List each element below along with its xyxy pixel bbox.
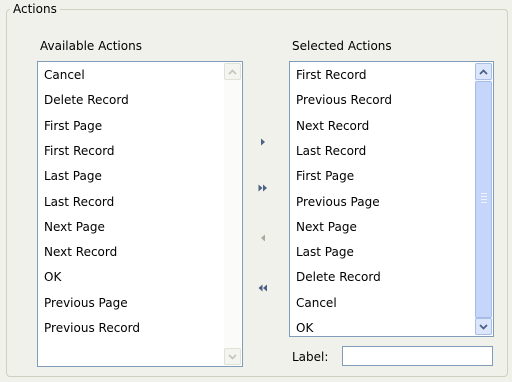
label-input[interactable]	[342, 346, 493, 366]
available-actions-heading: Available Actions	[40, 39, 142, 53]
selected-action-item[interactable]: First Page	[296, 164, 354, 189]
available-scrollbar	[224, 63, 241, 365]
selected-scroll-down-button[interactable]	[475, 318, 492, 335]
add-all-actions-button[interactable]	[253, 180, 273, 196]
selected-action-item[interactable]: Cancel	[296, 291, 337, 316]
selected-actions-list[interactable]: First Record Previous Record Next Record La…	[289, 61, 494, 337]
chevron-down-icon	[228, 353, 237, 360]
available-scroll-down-button	[224, 348, 241, 365]
available-action-item[interactable]: Delete Record	[44, 88, 129, 113]
selected-action-item[interactable]: Next Record	[296, 114, 369, 139]
available-action-item[interactable]: Cancel	[44, 63, 85, 88]
selected-scroll-up-button[interactable]	[475, 63, 492, 80]
available-action-item[interactable]: First Page	[44, 114, 102, 139]
chevron-down-icon	[479, 323, 488, 330]
selected-action-item[interactable]: Next Page	[296, 215, 357, 240]
available-action-item[interactable]: Next Page	[44, 215, 105, 240]
selected-scrollbar[interactable]	[475, 63, 492, 335]
selected-actions-heading: Selected Actions	[292, 39, 392, 53]
available-actions-list[interactable]: Cancel Delete Record First Page First Recor…	[37, 61, 243, 367]
double-arrow-left-icon	[258, 284, 267, 292]
selected-action-item[interactable]: Last Page	[296, 240, 354, 265]
available-scroll-up-button	[224, 63, 241, 80]
remove-action-button	[253, 230, 273, 246]
selected-action-item[interactable]: Previous Page	[296, 190, 380, 215]
selected-action-item[interactable]: OK	[296, 316, 313, 336]
available-action-item[interactable]: Previous Record	[44, 316, 140, 341]
available-action-item[interactable]: First Record	[44, 139, 115, 164]
double-arrow-right-icon	[258, 184, 267, 192]
add-action-button[interactable]	[253, 134, 273, 150]
actions-group-title: Actions	[10, 1, 60, 17]
selected-action-item[interactable]: Previous Record	[296, 88, 392, 113]
available-action-item[interactable]: Previous Page	[44, 291, 128, 316]
available-action-item[interactable]: Last Page	[44, 164, 102, 189]
arrow-left-icon	[261, 234, 265, 242]
chevron-up-icon	[228, 68, 237, 75]
selected-scroll-thumb[interactable]	[475, 81, 492, 318]
available-action-item[interactable]: Next Record	[44, 240, 117, 265]
available-action-item[interactable]: Last Record	[44, 190, 114, 215]
arrow-right-icon	[261, 138, 265, 146]
chevron-up-icon	[479, 68, 488, 75]
selected-action-item[interactable]: Last Record	[296, 139, 366, 164]
selected-action-item[interactable]: Delete Record	[296, 265, 381, 290]
remove-all-actions-button[interactable]	[253, 280, 273, 296]
label-field-label: Label:	[292, 350, 329, 364]
selected-action-item[interactable]: First Record	[296, 63, 367, 88]
available-action-item[interactable]: OK	[44, 265, 61, 290]
